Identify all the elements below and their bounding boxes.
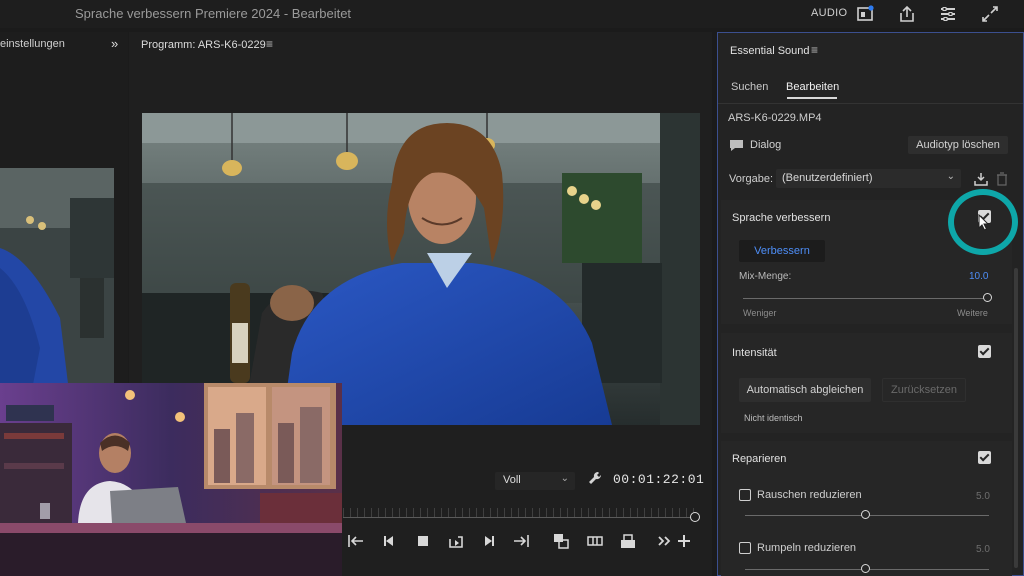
reset-button[interactable]: Zurücksetzen: [882, 378, 966, 402]
clip-name: ARS-K6-0229.MP4: [728, 112, 822, 124]
mouse-cursor-icon: [978, 213, 992, 232]
expand-icon[interactable]: [980, 4, 1000, 24]
audio-type-label: Dialog: [750, 139, 782, 151]
auto-match-button[interactable]: Automatisch abgleichen: [739, 378, 871, 402]
export-frame-camera-icon[interactable]: [619, 532, 637, 550]
more-panels-icon[interactable]: »: [111, 36, 118, 51]
tab-search[interactable]: Suchen: [731, 81, 768, 93]
slider-max-label: Weitere: [957, 308, 988, 318]
title-bar: Sprache verbessern Premiere 2024 - Bearb…: [0, 0, 1024, 28]
mix-amount-track[interactable]: [743, 298, 989, 299]
repair-checkbox[interactable]: [978, 451, 991, 464]
mix-amount-value[interactable]: 10.0: [969, 271, 988, 282]
wrench-icon[interactable]: [587, 470, 603, 488]
reduce-noise-thumb[interactable]: [861, 510, 870, 519]
reduce-noise-checkbox[interactable]: [739, 489, 751, 501]
lift-icon[interactable]: [552, 532, 570, 550]
essential-sound-panel: Essential Sound ≡ Suchen Bearbeiten ARS-…: [717, 32, 1024, 576]
reduce-noise-label: Rauschen reduzieren: [757, 489, 862, 501]
playhead-handle[interactable]: [690, 512, 700, 522]
enhance-button[interactable]: Verbessern: [739, 240, 825, 262]
panel-scrollbar[interactable]: [1014, 268, 1018, 568]
match-status: Nicht identisch: [744, 413, 803, 423]
repair-section: Reparieren Rauschen reduzieren 5.0 Rumpe…: [721, 441, 1012, 576]
program-video-frame: [142, 113, 700, 425]
chevron-down-icon: ⌄: [946, 171, 955, 182]
preset-select[interactable]: (Benutzerdefiniert) ⌄: [776, 169, 961, 188]
playhead-timecode[interactable]: 00:01:22:01: [613, 472, 704, 487]
panel-title[interactable]: einstellungen: [0, 38, 65, 50]
trash-icon[interactable]: [996, 172, 1008, 186]
active-tab-indicator: [787, 97, 837, 99]
loudness-checkbox[interactable]: [978, 345, 991, 358]
reduce-rumble-checkbox[interactable]: [739, 542, 751, 554]
panel-menu-icon[interactable]: [938, 4, 958, 24]
mix-amount-thumb[interactable]: [983, 293, 992, 302]
stop-icon[interactable]: [414, 532, 432, 550]
share-icon[interactable]: [897, 4, 917, 24]
speech-bubble-icon: [729, 139, 744, 152]
reduce-rumble-thumb[interactable]: [861, 564, 870, 573]
essential-sound-title[interactable]: Essential Sound: [730, 45, 810, 57]
export-frame-icon[interactable]: [855, 4, 875, 24]
app-title: Sprache verbessern Premiere 2024 - Bearb…: [75, 6, 352, 21]
reduce-rumble-label: Rumpeln reduzieren: [757, 542, 857, 554]
reduce-rumble-value[interactable]: 5.0: [976, 544, 990, 555]
program-menu-icon[interactable]: ≡: [266, 37, 273, 51]
tab-edit[interactable]: Bearbeiten: [786, 81, 839, 93]
time-ruler[interactable]: [343, 508, 696, 517]
preset-value: (Benutzerdefiniert): [782, 172, 873, 184]
divider: [718, 103, 1023, 104]
loudness-section: Intensität Automatisch abgleichen Zurück…: [721, 333, 1012, 433]
go-to-in-icon[interactable]: [347, 532, 365, 550]
preset-label: Vorgabe:: [729, 173, 774, 185]
zoom-select[interactable]: Voll ⌄: [495, 472, 575, 490]
essential-sound-menu-icon[interactable]: ≡: [811, 43, 818, 57]
reduce-noise-value[interactable]: 5.0: [976, 491, 990, 502]
go-to-out-icon[interactable]: [512, 532, 530, 550]
chevron-down-icon: ⌄: [560, 473, 569, 484]
add-button-icon[interactable]: [675, 532, 693, 550]
source-video-frame: [0, 168, 114, 400]
repair-title: Reparieren: [732, 453, 787, 465]
speech-enhance-title: Sprache verbessern: [732, 212, 831, 224]
loudness-title: Intensität: [732, 347, 777, 359]
more-controls-icon[interactable]: [655, 532, 673, 550]
clear-audio-type-button[interactable]: Audiotyp löschen: [908, 136, 1008, 154]
step-back-icon[interactable]: [380, 532, 398, 550]
webcam-overlay: [0, 383, 342, 576]
slider-min-label: Weniger: [743, 308, 777, 318]
step-forward-icon[interactable]: [480, 532, 498, 550]
workspace-audio-tab[interactable]: AUDIO: [811, 7, 847, 19]
loop-play-icon[interactable]: [447, 532, 465, 550]
zoom-value: Voll: [503, 474, 521, 486]
program-monitor-title[interactable]: Programm: ARS-K6-0229: [141, 39, 266, 51]
save-preset-icon[interactable]: [974, 172, 988, 186]
scrub-bar[interactable]: [343, 517, 696, 518]
extract-icon[interactable]: [586, 532, 604, 550]
mix-amount-label: Mix-Menge:: [739, 271, 792, 282]
